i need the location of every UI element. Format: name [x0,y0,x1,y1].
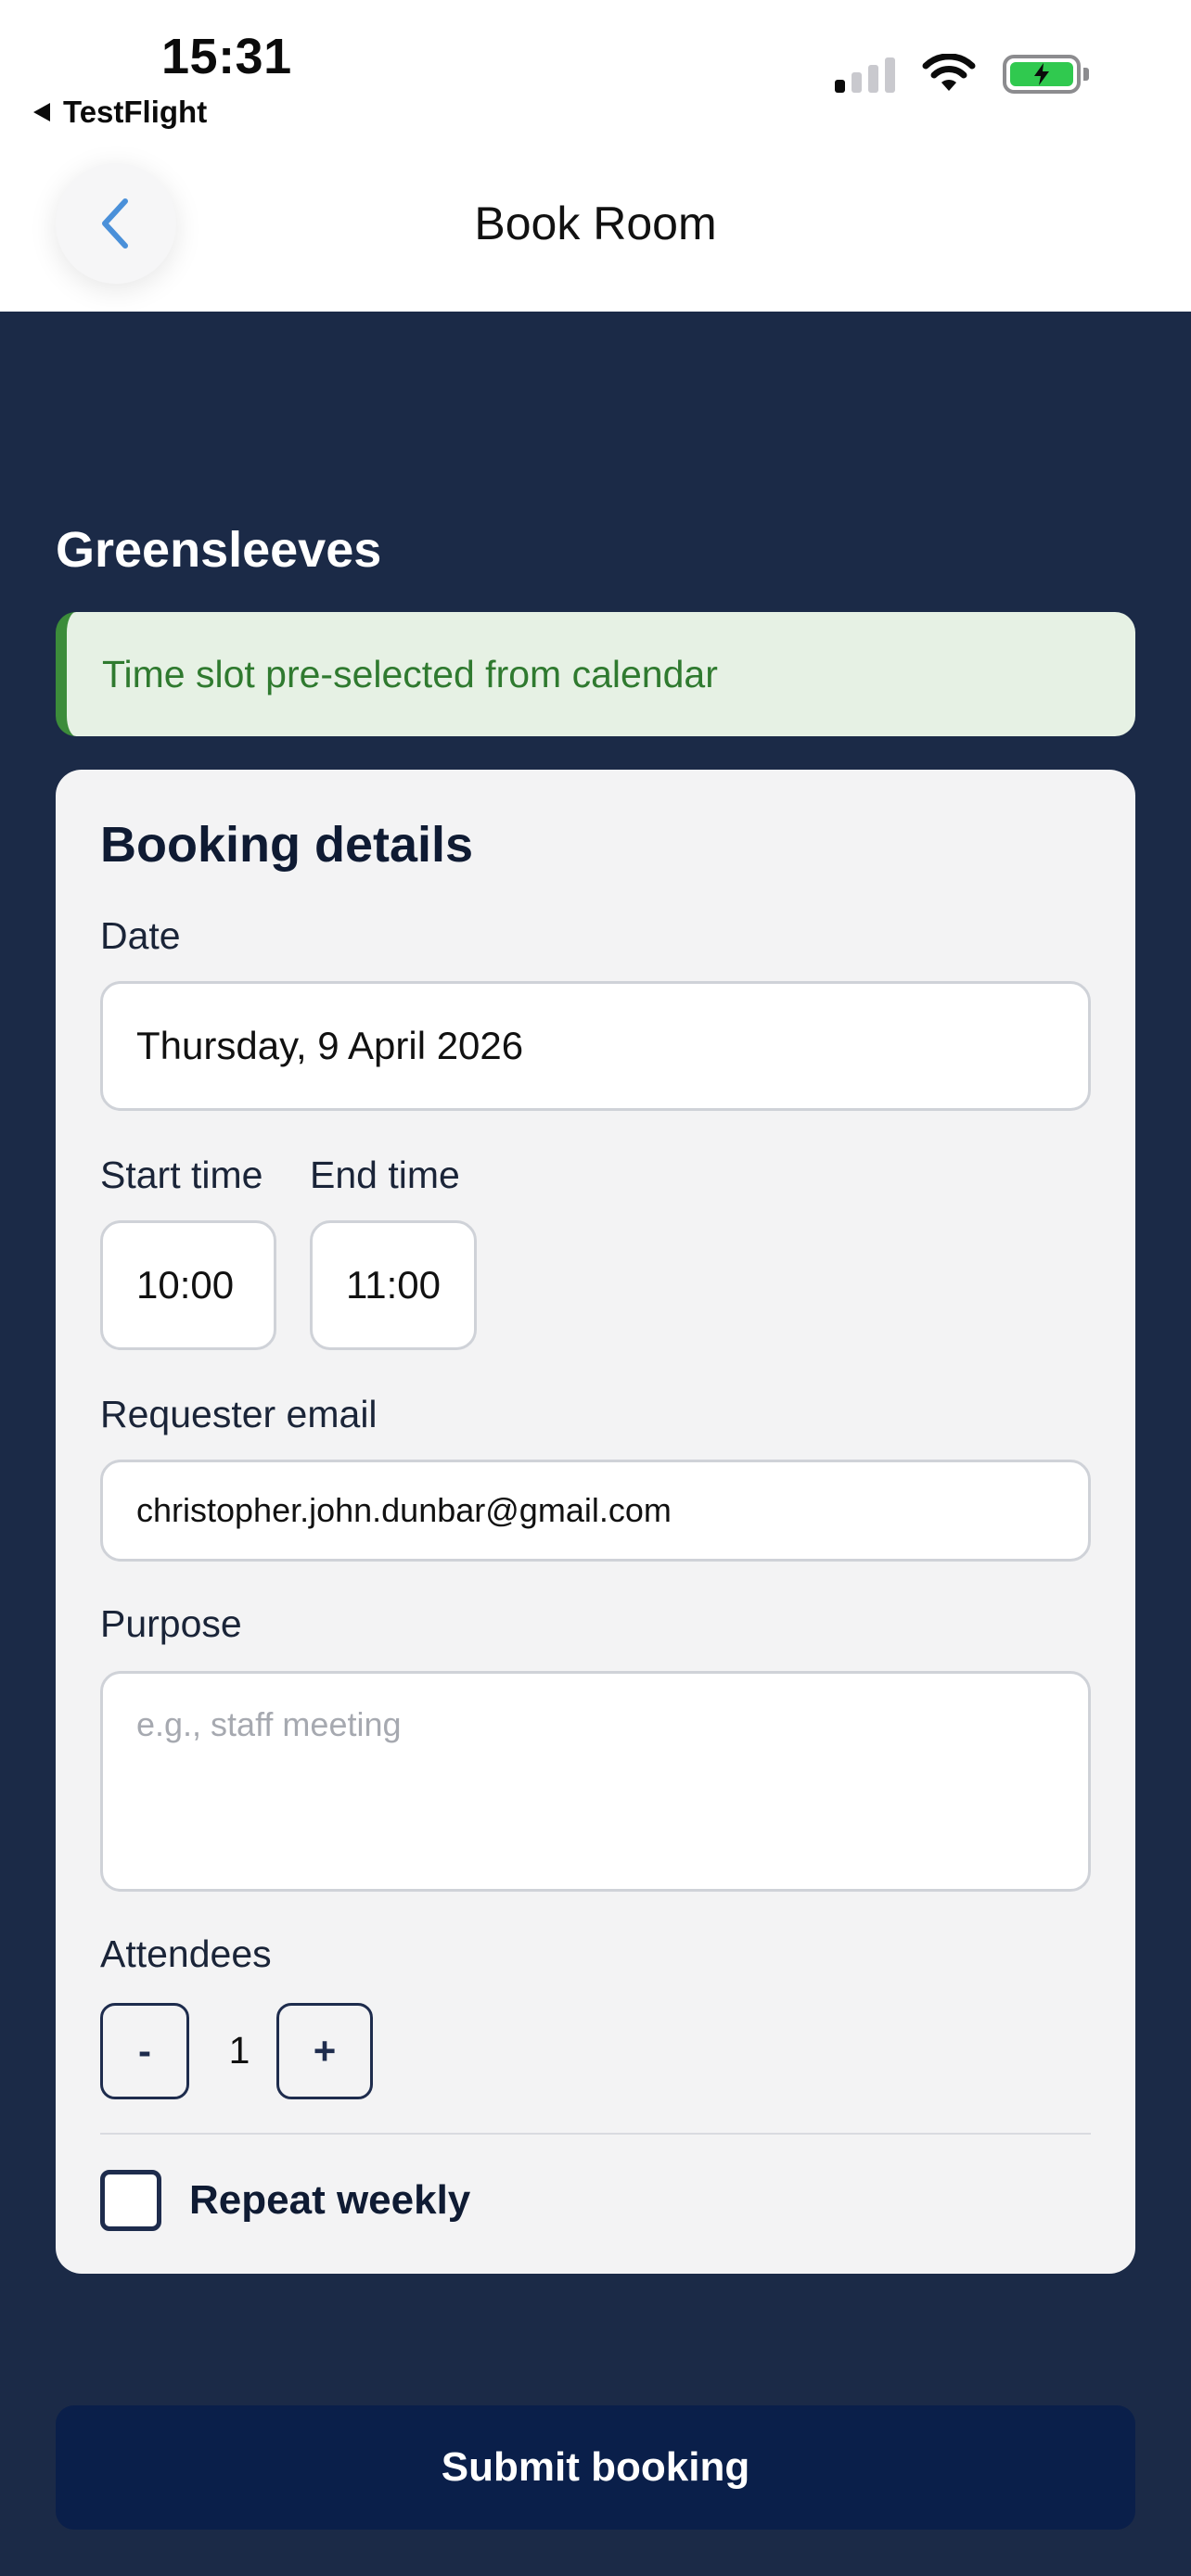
room-name: Greensleeves [56,522,382,578]
purpose-label: Purpose [100,1602,242,1645]
cellular-signal-icon [835,56,895,93]
submit-booking-button[interactable]: Submit booking [56,2405,1135,2530]
page-title: Book Room [474,198,717,249]
back-triangle-icon [33,103,50,121]
attendees-value: 1 [228,2029,250,2072]
requester-email-label: Requester email [100,1393,378,1435]
wifi-icon [922,54,976,91]
start-time-label: Start time [100,1154,263,1196]
start-time-value: 10:00 [136,1263,235,1307]
header: 15:31 TestFlight Book Room [0,0,1191,312]
attendees-label: Attendees [100,1932,272,1975]
requester-email-field[interactable]: christopher.john.dunbar@gmail.com [100,1460,1091,1562]
submit-booking-label: Submit booking [441,2444,750,2490]
back-to-app-link[interactable]: TestFlight [33,95,207,130]
start-time-field[interactable]: 10:00 [100,1220,276,1350]
end-time-field[interactable]: 11:00 [310,1220,477,1350]
divider [100,2133,1091,2135]
notice-text: Time slot pre-selected from calendar [102,652,718,695]
date-value: Thursday, 9 April 2026 [136,1024,524,1067]
battery-charging-icon [1003,55,1089,94]
end-time-value: 11:00 [346,1263,441,1307]
purpose-placeholder: e.g., staff meeting [136,1705,402,1743]
date-field[interactable]: Thursday, 9 April 2026 [100,981,1091,1111]
attendees-decrement-button[interactable]: - [100,2003,189,2099]
booking-details-card: Booking details Date Thursday, 9 April 2… [56,770,1135,2274]
back-app-label: TestFlight [63,95,208,129]
card-title: Booking details [100,817,474,873]
attendees-increment-button[interactable]: + [276,2003,373,2099]
status-icons [835,54,1089,95]
repeat-weekly-checkbox[interactable] [100,2170,161,2231]
purpose-textarea[interactable]: e.g., staff meeting [100,1671,1091,1892]
repeat-weekly-label[interactable]: Repeat weekly [189,2177,470,2224]
status-time: 15:31 [161,29,292,84]
end-time-label: End time [310,1154,460,1196]
requester-email-value: christopher.john.dunbar@gmail.com [136,1491,672,1529]
preselected-notice: Time slot pre-selected from calendar [56,612,1135,736]
date-label: Date [100,914,181,957]
